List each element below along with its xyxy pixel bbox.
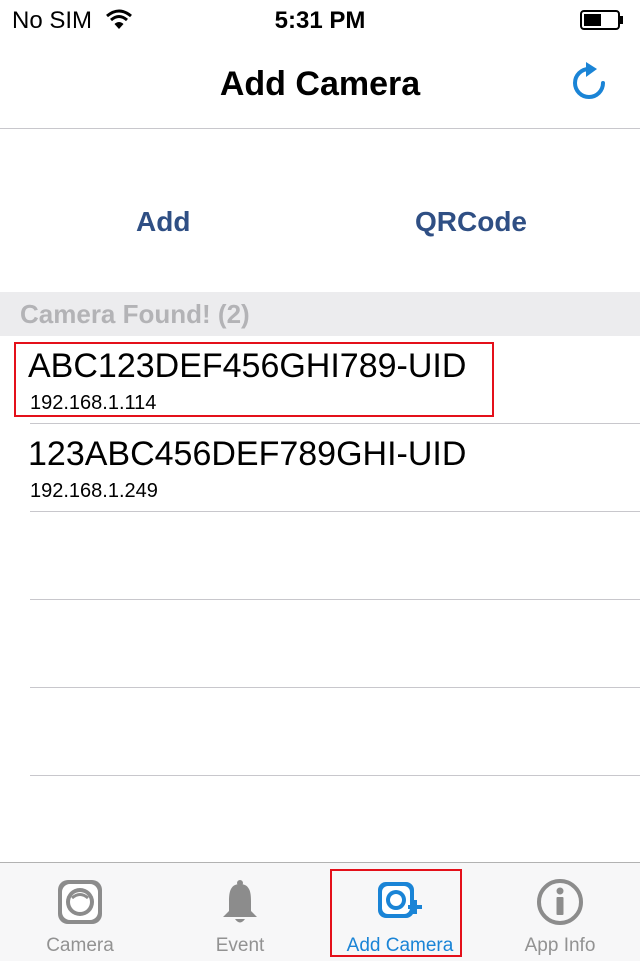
refresh-icon[interactable]: [566, 60, 612, 106]
list-divider: [30, 511, 640, 512]
camera-icon: [58, 880, 102, 924]
tab-add-camera[interactable]: Add Camera: [320, 863, 480, 961]
tab-camera[interactable]: Camera: [0, 863, 160, 961]
add-camera-icon: [378, 882, 422, 918]
battery-icon: [580, 10, 623, 30]
tab-bar: Camera Event Add Camera App Info: [0, 862, 640, 961]
camera-uid: 123ABC456DEF789GHI-UID: [28, 435, 467, 473]
tab-event[interactable]: Event: [160, 863, 320, 961]
camera-ip: 192.168.1.114: [30, 392, 157, 414]
tab-label: Event: [215, 935, 265, 956]
camera-uid: ABC123DEF456GHI789-UID: [28, 347, 467, 385]
camera-list-item[interactable]: ABC123DEF456GHI789-UID 192.168.1.114: [0, 336, 640, 424]
list-divider: [30, 775, 640, 776]
status-bar: No SIM 5:31 PM: [0, 0, 640, 40]
camera-list-item[interactable]: 123ABC456DEF789GHI-UID 192.168.1.249: [0, 424, 640, 512]
list-divider: [30, 687, 640, 688]
camera-ip: 192.168.1.249: [30, 480, 158, 502]
add-button[interactable]: Add: [136, 206, 190, 238]
tab-label: Camera: [46, 935, 114, 956]
list-divider: [30, 599, 640, 600]
info-icon: [537, 879, 583, 925]
tab-app-info[interactable]: App Info: [480, 863, 640, 961]
navigation-bar: Add Camera: [0, 40, 640, 129]
tab-label: Add Camera: [346, 935, 454, 956]
qrcode-button[interactable]: QRCode: [415, 206, 527, 238]
action-row: Add QRCode: [0, 128, 640, 292]
camera-found-label: Camera Found! (2): [20, 299, 250, 329]
section-header: Camera Found! (2): [0, 292, 640, 336]
tab-label: App Info: [524, 935, 596, 956]
page-title: Add Camera: [219, 65, 421, 103]
bell-icon: [223, 880, 257, 923]
status-time: 5:31 PM: [274, 7, 366, 34]
